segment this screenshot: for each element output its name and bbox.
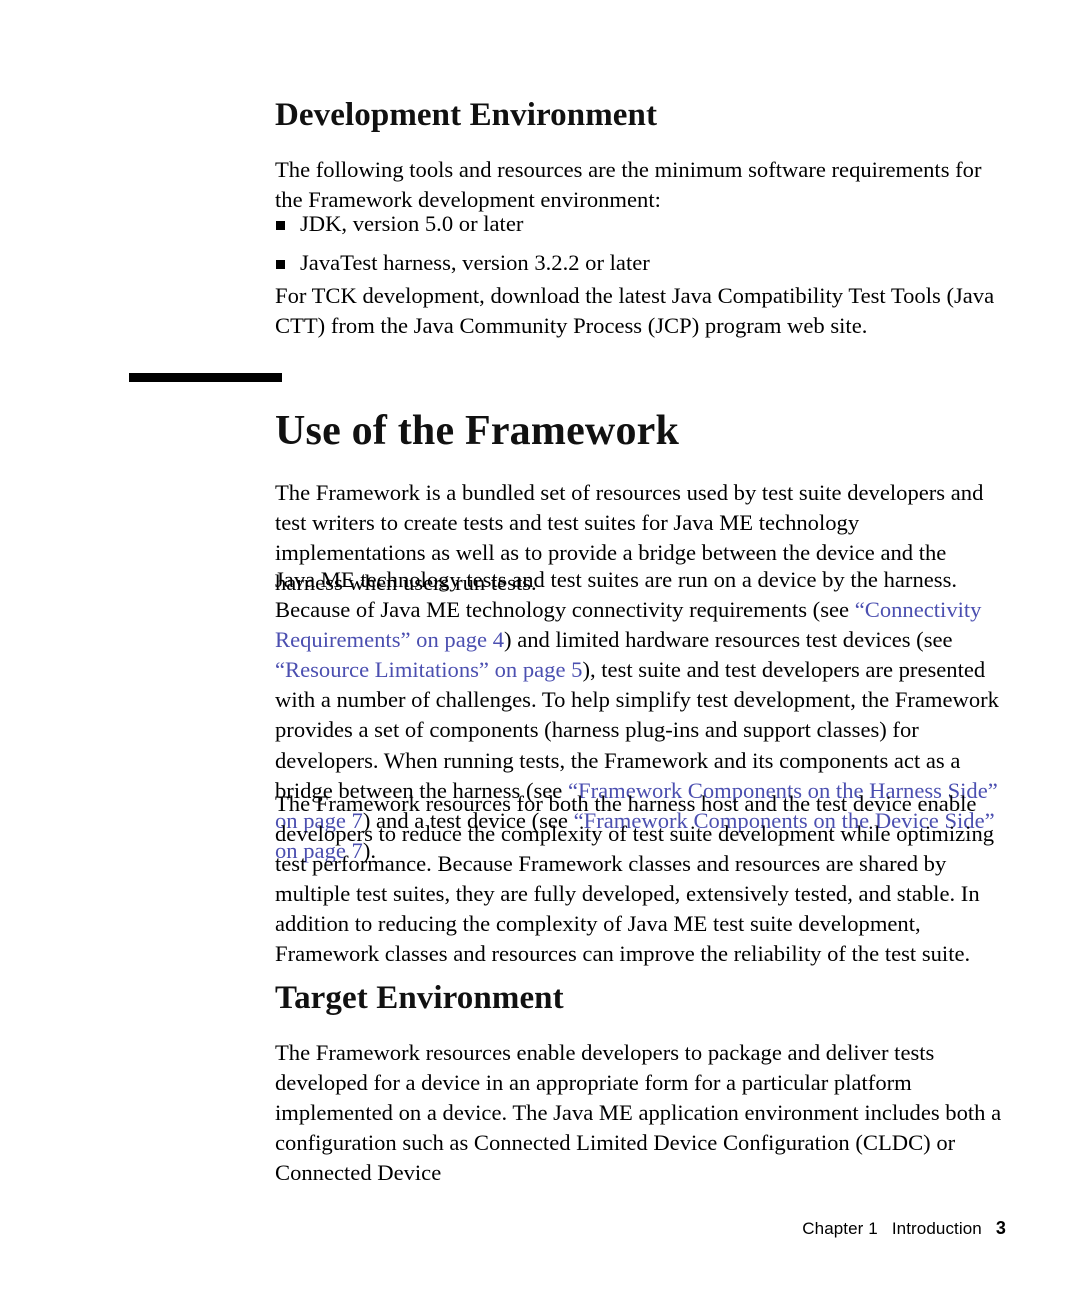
footer-chapter-label: Chapter 1 <box>802 1219 878 1238</box>
requirements-list: JDK, version 5.0 or later JavaTest harne… <box>275 209 1006 278</box>
list-item-label: JavaTest harness, version 3.2.2 or later <box>300 249 650 275</box>
square-bullet-icon <box>276 221 285 230</box>
target-environment-paragraph: The Framework resources enable developer… <box>275 1038 1006 1188</box>
paragraph-segment: ) and limited hardware resources test de… <box>504 627 953 653</box>
section-use-of-the-framework: Use of the Framework <box>275 409 1006 453</box>
square-bullet-icon <box>276 259 285 269</box>
section-divider-rule <box>129 373 282 382</box>
xref-resource-limitations[interactable]: “Resource Limitations” on page 5 <box>275 657 582 682</box>
paragraph-text: The Framework resources enable developer… <box>275 1040 1002 1186</box>
list-item-label: JDK, version 5.0 or later <box>300 211 524 236</box>
list-item: JDK, version 5.0 or later <box>275 209 1006 240</box>
paragraph-text: The Framework resources for both the har… <box>275 791 995 967</box>
heading-development-environment: Development Environment <box>275 97 658 133</box>
section-development-environment: Development Environment <box>275 97 1006 134</box>
development-environment-bullet-list: JDK, version 5.0 or later JavaTest harne… <box>275 209 1006 286</box>
paragraph-text: For TCK development, download the latest… <box>275 283 995 339</box>
heading-target-environment: Target Environment <box>275 980 564 1016</box>
page-footer: Chapter 1 Introduction 3 <box>0 1218 1006 1239</box>
heading-use-of-the-framework: Use of the Framework <box>275 408 680 454</box>
document-page: Development Environment The following to… <box>0 0 1080 1296</box>
development-environment-intro-paragraph: The following tools and resources are th… <box>275 155 1006 215</box>
section-target-environment: Target Environment <box>275 980 1006 1017</box>
paragraph-text: The following tools and resources are th… <box>275 157 982 213</box>
list-item: JavaTest harness, version 3.2.2 or later <box>275 248 1006 279</box>
framework-benefits-paragraph: The Framework resources for both the har… <box>275 789 1006 970</box>
tck-download-paragraph: For TCK development, download the latest… <box>275 281 1006 341</box>
footer-chapter-title: Introduction <box>891 1219 982 1238</box>
footer-page-number: 3 <box>995 1218 1006 1238</box>
